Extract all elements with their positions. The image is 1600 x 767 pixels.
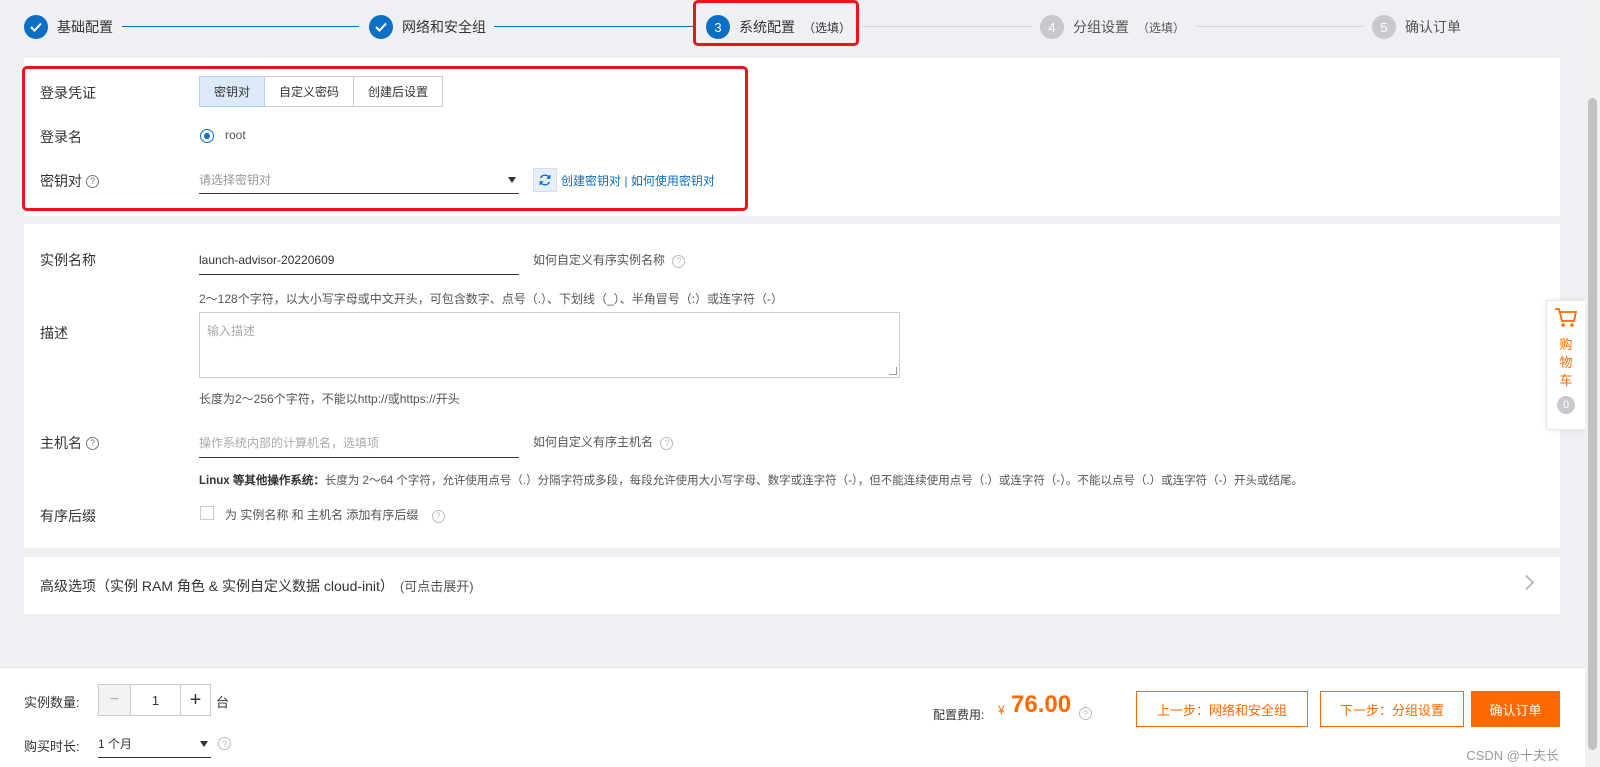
username-radio[interactable] [200, 129, 214, 143]
price-label: 配置费用: [933, 708, 985, 722]
advanced-options-subtitle: (可点击展开) [399, 579, 474, 594]
step-number: 5 [1372, 15, 1396, 39]
hostname-label: 主机名 [40, 435, 82, 451]
step-basic-config[interactable]: 基础配置 [24, 14, 113, 40]
check-icon [369, 15, 393, 39]
description-hint: 长度为2～256个字符，不能以http://或https://开头 [199, 392, 460, 406]
cart-count-badge: 0 [1557, 396, 1575, 414]
help-icon[interactable]: ? [431, 509, 445, 523]
credential-option-keypair[interactable]: 密钥对 [199, 76, 266, 107]
keypair-links: 创建密钥对 | 如何使用密钥对 [561, 172, 715, 189]
advanced-options-title: 高级选项（实例 RAM 角色 & 实例自定义数据 cloud-init） [40, 577, 394, 594]
step-optional: （选填） [803, 20, 852, 35]
step-label: 基础配置 [57, 19, 113, 35]
ordered-suffix-label: 有序后缀 [40, 508, 96, 524]
quantity-label: 实例数量: [24, 695, 80, 710]
ordered-suffix-text: 为 实例名称 和 主机名 添加有序后缀 [225, 508, 419, 522]
advanced-options-panel[interactable]: 高级选项（实例 RAM 角色 & 实例自定义数据 cloud-init） (可点… [24, 557, 1560, 614]
credential-label: 登录凭证 [40, 85, 96, 101]
hostname-hint: Linux 等其他操作系统：长度为 2～64 个字符，允许使用点号（.）分隔字符… [199, 472, 1303, 488]
currency-symbol: ¥ [998, 703, 1005, 717]
hostname-label-row: 主机名 ? [40, 433, 99, 453]
quantity-value[interactable]: 1 [131, 685, 180, 715]
footer-bar: 实例数量: − 1 + 台 购买时长: 1 个月 ? 配置费用: ¥ 76.00… [0, 667, 1585, 767]
credential-option-set-later[interactable]: 创建后设置 [354, 76, 444, 107]
step-connector [122, 26, 359, 27]
hostname-input[interactable]: 操作系统内部的计算机名，选填项 [199, 427, 519, 458]
help-icon[interactable]: ? [218, 737, 231, 750]
hostname-help[interactable]: 如何自定义有序主机名 ? [533, 433, 674, 450]
hostname-help-link[interactable]: 如何自定义有序主机名 [533, 435, 653, 449]
step-label: 网络和安全组 [402, 19, 486, 35]
create-keypair-link[interactable]: 创建密钥对 [561, 174, 621, 188]
step-group-settings[interactable]: 4 分组设置 （选填） [1040, 14, 1185, 40]
quantity-unit: 台 [216, 695, 230, 710]
credential-segmented-control: 密钥对 自定义密码 创建后设置 [199, 76, 444, 107]
username-value: root [225, 128, 246, 142]
quantity-stepper: − 1 + [98, 684, 211, 716]
howto-keypair-link[interactable]: 如何使用密钥对 [631, 174, 715, 188]
step-connector [494, 26, 695, 27]
resize-handle-icon[interactable] [889, 367, 897, 375]
username-label: 登录名 [40, 129, 82, 145]
duration-value: 1 个月 [98, 737, 133, 751]
keypair-label: 密钥对 [40, 173, 82, 189]
plus-icon[interactable]: + [180, 685, 210, 715]
keypair-label-row: 密钥对 ? [40, 171, 99, 191]
step-optional: （选填） [1137, 20, 1186, 35]
instance-name-label: 实例名称 [40, 252, 96, 268]
price-value: 76.00 [1011, 691, 1072, 718]
step-label: 分组设置 [1073, 19, 1129, 35]
ordered-suffix-checkbox[interactable] [200, 506, 214, 520]
vertical-scrollbar[interactable] [1585, 0, 1600, 767]
duration-label: 购买时长: [24, 739, 80, 754]
cart-icon [1554, 307, 1578, 332]
instance-name-help[interactable]: 如何自定义有序实例名称 ? [533, 251, 686, 268]
step-label: 系统配置 [739, 19, 795, 35]
prev-step-button[interactable]: 上一步：网络和安全组 [1136, 691, 1308, 727]
instance-name-input[interactable]: launch-advisor-20220609 [199, 245, 519, 275]
minus-icon[interactable]: − [99, 685, 131, 715]
step-label: 确认订单 [1405, 19, 1461, 35]
watermark: CSDN @十夫长 [1466, 748, 1559, 763]
step-number: 4 [1040, 15, 1064, 39]
duration-select[interactable]: 1 个月 [98, 730, 211, 758]
step-confirm-order[interactable]: 5 确认订单 [1372, 14, 1461, 40]
step-network-security[interactable]: 网络和安全组 [369, 14, 486, 40]
instance-name-help-link[interactable]: 如何自定义有序实例名称 [533, 253, 665, 267]
description-placeholder: 输入描述 [207, 324, 256, 338]
credential-option-custom-password[interactable]: 自定义密码 [265, 76, 355, 107]
help-icon[interactable]: ? [86, 436, 99, 450]
check-icon [24, 15, 48, 39]
shopping-cart-widget[interactable]: 购物车 0 [1546, 300, 1586, 430]
step-connector [1196, 26, 1364, 27]
ordered-suffix-row: 为 实例名称 和 主机名 添加有序后缀 ? [225, 506, 445, 523]
step-connector [862, 26, 1032, 27]
keypair-select[interactable]: 请选择密钥对 [199, 166, 519, 194]
hostname-hint-os: Linux 等其他操作系统： [199, 475, 325, 487]
step-number: 3 [706, 15, 730, 39]
help-icon[interactable]: ? [86, 174, 99, 188]
chevron-down-icon [508, 176, 516, 183]
step-system-config[interactable]: 3 系统配置 （选填） [706, 14, 851, 40]
next-step-button[interactable]: 下一步：分组设置 [1320, 691, 1464, 727]
help-icon: ? [672, 254, 686, 268]
steps-bar: 基础配置 网络和安全组 3 系统配置 （选填） 4 分组设置 （选填） 5 确认… [0, 0, 1570, 56]
keypair-placeholder: 请选择密钥对 [199, 173, 272, 187]
help-icon[interactable]: ? [1079, 707, 1092, 720]
hostname-hint-text: 长度为 2～64 个字符，允许使用点号（.）分隔字符成多段，每段允许使用大小写字… [324, 475, 1304, 487]
chevron-right-icon [1518, 574, 1535, 591]
description-label: 描述 [40, 325, 68, 341]
scrollbar-thumb[interactable] [1588, 98, 1597, 750]
description-textarea[interactable]: 输入描述 [199, 312, 900, 378]
refresh-icon[interactable] [533, 168, 557, 192]
confirm-order-button[interactable]: 确认订单 [1471, 691, 1560, 727]
chevron-down-icon [200, 740, 208, 747]
help-icon: ? [660, 436, 674, 450]
link-separator: | [621, 174, 631, 188]
cart-label: 购物车 [1559, 337, 1573, 388]
instance-name-hint: 2～128个字符，以大小写字母或中文开头，可包含数字、点号（.）、下划线（_）、… [199, 292, 784, 306]
